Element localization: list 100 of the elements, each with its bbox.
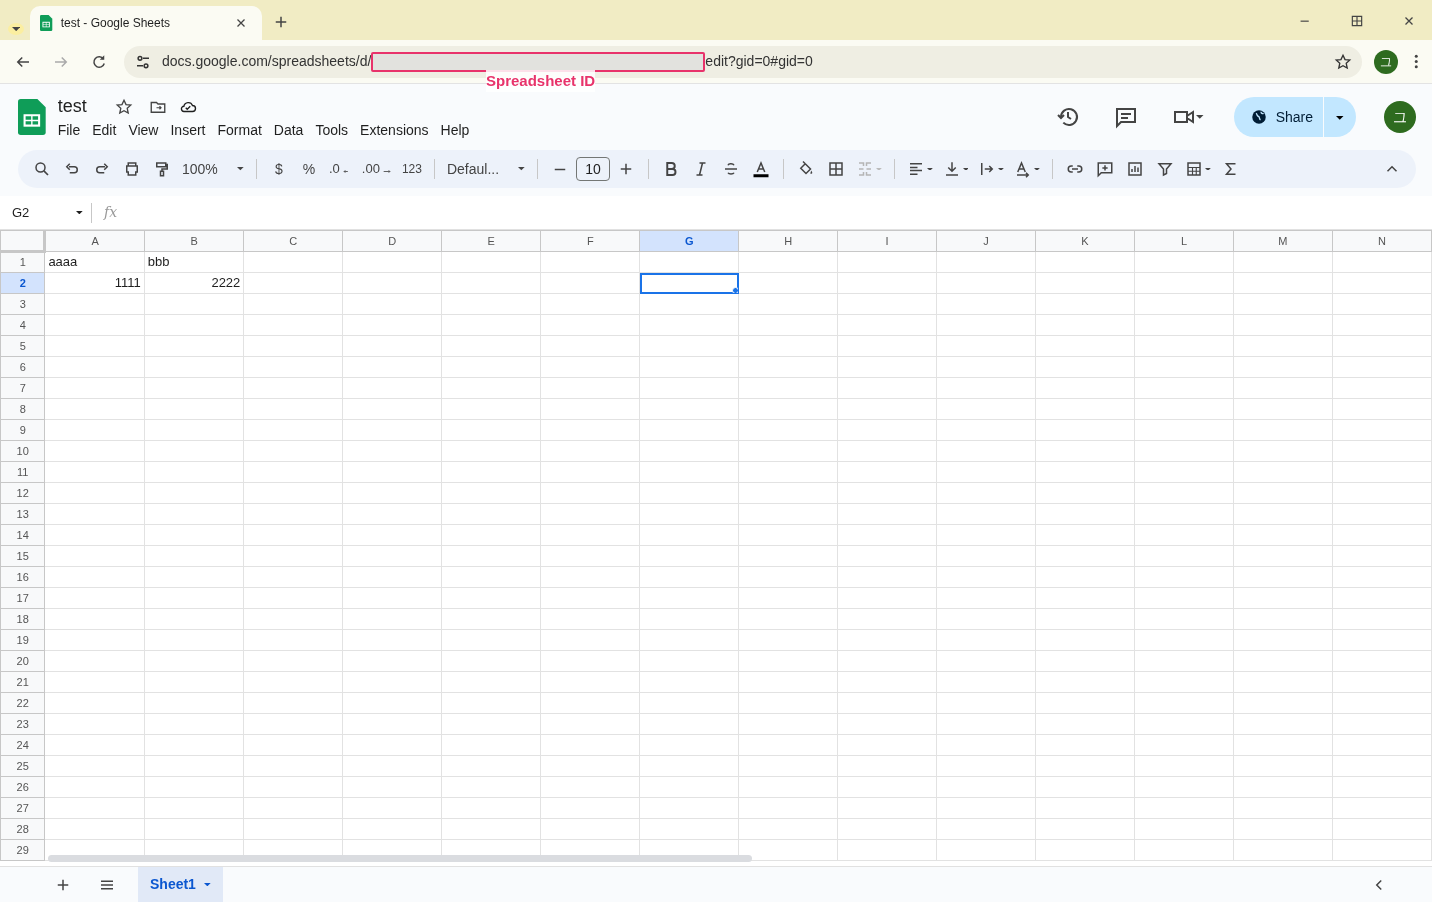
browser-tab[interactable]: test - Google Sheets <box>30 6 263 40</box>
caret-icon <box>1336 115 1344 120</box>
menu-item[interactable]: Edit <box>86 120 123 141</box>
row-header[interactable]: 17 <box>0 587 45 609</box>
row-header[interactable]: 8 <box>0 398 45 420</box>
name-box[interactable]: G2 <box>12 202 30 223</box>
paint-roller-icon <box>153 160 171 178</box>
row-header[interactable]: 1 <box>0 251 45 273</box>
column-header[interactable]: J <box>936 230 1036 252</box>
cell-number: 1111 <box>44 272 145 294</box>
row-header[interactable]: 15 <box>0 545 45 567</box>
chart-icon <box>1126 160 1145 178</box>
row-header[interactable]: 24 <box>0 734 45 756</box>
printer-icon <box>123 160 141 178</box>
row-header[interactable]: 19 <box>0 629 45 651</box>
row-header[interactable]: 23 <box>0 713 45 735</box>
zoom-dropdown[interactable]: 100% <box>178 155 248 183</box>
column-header[interactable]: D <box>342 230 442 252</box>
font-size-field[interactable]: 10 <box>575 157 610 181</box>
menu-item[interactable]: File <box>51 120 87 141</box>
row-header[interactable]: 2 <box>0 272 45 294</box>
cell-text: aaaa <box>44 251 145 273</box>
menu-item[interactable]: Help <box>434 120 476 141</box>
row-header[interactable]: 10 <box>0 440 45 462</box>
row-header[interactable]: 22 <box>0 692 45 714</box>
column-header[interactable]: A <box>44 230 145 252</box>
column-header[interactable]: I <box>837 230 937 252</box>
sheet-tab[interactable]: Sheet1 <box>138 866 223 902</box>
row-header[interactable]: 7 <box>0 377 45 399</box>
row-header[interactable]: 12 <box>0 482 45 504</box>
grid-icon <box>826 160 845 178</box>
row-header[interactable]: 26 <box>0 776 45 798</box>
caret-icon <box>926 167 933 171</box>
caret-icon <box>875 167 882 171</box>
minus-icon <box>553 167 566 171</box>
horizontal-scrollbar[interactable] <box>48 855 752 862</box>
row-header[interactable]: 25 <box>0 755 45 777</box>
grid-icon <box>1350 14 1364 28</box>
menu-item[interactable]: Format <box>211 120 268 141</box>
row-header[interactable]: 14 <box>0 524 45 546</box>
row-header[interactable]: 11 <box>0 461 45 483</box>
fill-handle[interactable] <box>732 287 738 293</box>
menu-item[interactable]: View <box>122 120 165 141</box>
menu-item[interactable]: Insert <box>164 120 212 141</box>
column-header[interactable]: B <box>144 230 244 252</box>
sheets-logo-icon <box>18 99 46 135</box>
row-header[interactable]: 4 <box>0 314 45 336</box>
row-header[interactable]: 16 <box>0 566 45 588</box>
menu-item[interactable]: Data <box>267 120 310 141</box>
row-header[interactable]: 5 <box>0 335 45 357</box>
menu-item[interactable]: Extensions <box>354 120 435 141</box>
row-header[interactable]: 28 <box>0 818 45 840</box>
share-button[interactable]: Share <box>1233 97 1323 137</box>
currency-button[interactable]: $ <box>265 155 293 183</box>
column-header[interactable]: L <box>1134 230 1234 252</box>
row-header[interactable]: 20 <box>0 650 45 672</box>
row-header[interactable]: 9 <box>0 419 45 441</box>
globe-icon <box>1249 108 1268 126</box>
tab-list-button[interactable] <box>8 22 25 35</box>
annotation-label: Spreadsheet ID <box>486 69 596 92</box>
comment-icon <box>1114 105 1139 129</box>
document-title[interactable]: test <box>57 93 87 120</box>
caret-icon <box>1205 167 1211 171</box>
row-header[interactable]: 13 <box>0 503 45 525</box>
font-dropdown[interactable]: Defaul... <box>442 155 529 183</box>
table-icon <box>1185 160 1204 178</box>
column-header[interactable]: K <box>1035 230 1135 252</box>
account-avatar[interactable]: 그 <box>1384 101 1416 133</box>
number-format-button[interactable]: 123 <box>397 155 426 183</box>
profile-button[interactable]: 그 <box>1373 49 1398 74</box>
decrease-decimal-button[interactable]: .0 <box>325 155 356 183</box>
column-header[interactable]: C <box>243 230 343 252</box>
filter-icon <box>1156 160 1175 178</box>
row-header[interactable]: 27 <box>0 797 45 819</box>
caret-icon <box>962 167 969 171</box>
history-icon <box>1056 105 1081 129</box>
cell-number: 2222 <box>144 272 244 294</box>
column-header[interactable]: M <box>1233 230 1333 252</box>
column-header[interactable]: G <box>639 230 739 252</box>
column-header[interactable]: F <box>540 230 640 252</box>
caret-icon <box>203 882 211 887</box>
column-header[interactable]: H <box>738 230 838 252</box>
row-header[interactable]: 3 <box>0 293 45 315</box>
caret-icon <box>998 167 1005 171</box>
url-text: edit?gid=0#gid=0 <box>705 52 813 71</box>
minus-icon <box>1300 19 1310 23</box>
active-cell[interactable] <box>639 272 739 294</box>
column-header[interactable]: N <box>1332 230 1432 252</box>
text-color-icon <box>751 160 770 178</box>
caret-icon <box>1034 167 1041 171</box>
row-header[interactable]: 6 <box>0 356 45 378</box>
column-header[interactable]: E <box>441 230 541 252</box>
row-header[interactable]: 21 <box>0 671 45 693</box>
menu-item[interactable]: Tools <box>309 120 355 141</box>
increase-decimal-button[interactable]: .00 <box>357 155 396 183</box>
caret-icon <box>518 167 525 171</box>
add-comment-icon <box>1096 160 1115 178</box>
row-header[interactable]: 29 <box>0 839 45 861</box>
percent-button[interactable]: % <box>295 155 323 183</box>
row-header[interactable]: 18 <box>0 608 45 630</box>
